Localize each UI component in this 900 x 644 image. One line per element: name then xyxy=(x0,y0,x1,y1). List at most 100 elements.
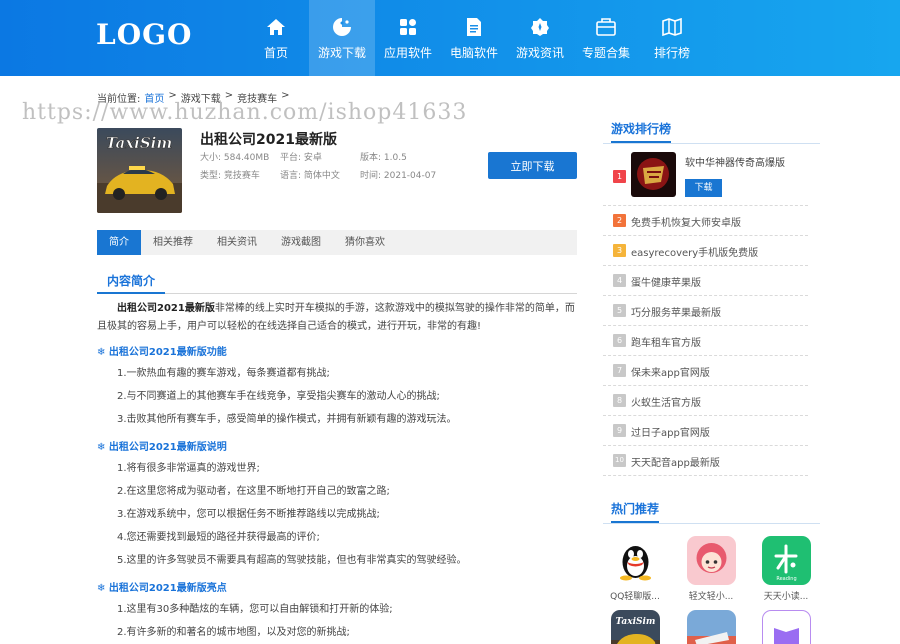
book-app-icon xyxy=(761,610,811,644)
badge-icon xyxy=(529,16,551,38)
hot-card[interactable]: Reading 天天小读... xyxy=(758,536,814,602)
nav-topics[interactable]: 专题合集 xyxy=(573,0,639,76)
game-date: 时间: 2021-04-07 xyxy=(360,171,437,181)
home-icon xyxy=(265,16,287,38)
rank-number: 3 xyxy=(613,244,626,257)
tab-screenshots[interactable]: 游戏截图 xyxy=(269,230,333,255)
list-item: 1.这里有30多种酷炫的车辆，您可以自由解锁和打开新的体验; xyxy=(117,604,393,615)
nav-label: 排行榜 xyxy=(653,46,690,60)
hot-title: 热门推荐 xyxy=(611,500,660,523)
rank-number: 1 xyxy=(613,170,626,183)
map-icon xyxy=(661,16,683,38)
intro-paragraph: 出租公司2021最新版非常棒的线上实时开车模拟的手游，这款游戏中的模拟驾驶的操作… xyxy=(97,300,577,336)
hot-card[interactable]: QQ轻聊版... xyxy=(607,536,663,602)
hot-name: 天天小读... xyxy=(763,592,809,602)
game-icon xyxy=(631,152,676,197)
ranking-item[interactable]: 2 免费手机恢复大师安卓版 xyxy=(603,206,808,236)
ranking-label: easyrecovery手机版免费版 xyxy=(631,248,759,259)
rank-number: 5 xyxy=(613,304,626,317)
reading-app-icon: Reading xyxy=(761,536,811,585)
game-platform: 平台: 安卓 xyxy=(280,153,322,163)
ranking-top-label: 软中华神器传奇高爆版 xyxy=(685,158,785,169)
game-version: 版本: 1.0.5 xyxy=(360,153,407,163)
game-thumbnail: TaxiSim xyxy=(97,128,182,213)
site-logo[interactable]: LOGO xyxy=(96,18,192,51)
ranking-item[interactable]: 10 天天配音app最新版 xyxy=(603,446,808,476)
ranking-item[interactable]: 7 保未来app官网版 xyxy=(603,356,808,386)
content-body: 出租公司2021最新版非常棒的线上实时开车模拟的手游，这款游戏中的模拟驾驶的操作… xyxy=(97,300,577,644)
ranking-label: 跑车租车官方版 xyxy=(631,338,701,349)
hot-name: QQ轻聊版... xyxy=(610,592,660,602)
rank-number: 7 xyxy=(613,364,626,377)
section-title: 内容简介 xyxy=(97,272,166,294)
nav-apps[interactable]: 应用软件 xyxy=(375,0,441,76)
nav-game-news[interactable]: 游戏资讯 xyxy=(507,0,573,76)
nav-ranking[interactable]: 排行榜 xyxy=(639,0,705,76)
racing-game-icon xyxy=(686,610,736,644)
nav-label: 游戏下载 xyxy=(317,46,366,60)
nav-home[interactable]: 首页 xyxy=(243,0,309,76)
ranking-item[interactable]: 6 跑车租车官方版 xyxy=(603,326,808,356)
rank-number: 2 xyxy=(613,214,626,227)
tab-news[interactable]: 相关资讯 xyxy=(205,230,269,255)
list-item: 3.在游戏系统中，您可以根据任务不断推荐路线以完成挑战; xyxy=(117,509,380,520)
ranking-label: 免费手机恢复大师安卓版 xyxy=(631,218,741,229)
hot-recommend-panel: 热门推荐 QQ轻聊版... 轻文轻小... Reading 天天小读... Ta… xyxy=(603,500,820,644)
pacman-icon xyxy=(331,16,353,38)
tab-recommend[interactable]: 猜你喜欢 xyxy=(333,230,397,255)
rank-number: 6 xyxy=(613,334,626,347)
list-item: 5.这里的许多驾驶员不需要具有超高的驾驶技能，但也有非常真实的驾驶经验。 xyxy=(117,555,467,566)
qq-app-icon xyxy=(610,536,660,585)
ranking-header: 游戏排行榜 xyxy=(603,120,820,144)
svg-text:Reading: Reading xyxy=(776,576,796,582)
ranking-item[interactable]: 4 蛋牛健康苹果版 xyxy=(603,266,808,296)
ranking-item[interactable]: 9 过日子app官网版 xyxy=(603,416,808,446)
hot-card[interactable] xyxy=(683,610,739,644)
ranking-item[interactable]: 3 easyrecovery手机版免费版 xyxy=(603,236,808,266)
ranking-label: 天天配音app最新版 xyxy=(631,458,720,469)
list-item: 2.与不同赛道上的其他赛车手在线竞争，享受指尖赛车的激动人心的挑战; xyxy=(117,391,440,402)
nav-label: 游戏资讯 xyxy=(515,46,564,60)
list-item: 3.击败其他所有赛车手，感受简单的操作模式，并拥有新颖有趣的游戏玩法。 xyxy=(117,414,457,425)
ranking-item[interactable]: 8 火蚁生活官方版 xyxy=(603,386,808,416)
list-item: 1.一款热血有趣的赛车游戏，每条赛道都有挑战; xyxy=(117,368,330,379)
section-header: 内容简介 xyxy=(97,272,577,294)
svg-text:TaxiSim: TaxiSim xyxy=(106,134,173,152)
game-language: 语言: 简体中文 xyxy=(280,171,340,181)
hot-header: 热门推荐 xyxy=(603,500,820,524)
ranking-label: 巧分服务苹果最新版 xyxy=(631,308,721,319)
tab-intro[interactable]: 简介 xyxy=(97,230,141,255)
rank-number: 8 xyxy=(613,394,626,407)
tab-related[interactable]: 相关推荐 xyxy=(141,230,205,255)
game-type: 类型: 竞技赛车 xyxy=(200,171,260,181)
document-icon xyxy=(463,16,485,38)
rank-number: 4 xyxy=(613,274,626,287)
hot-card[interactable] xyxy=(758,610,814,644)
game-ranking-panel: 游戏排行榜 1 软中华神器传奇高爆版 下载 2 免费手机恢复大师安卓版 3 ea… xyxy=(603,120,820,480)
hot-card[interactable]: 轻文轻小... xyxy=(683,536,739,602)
download-button[interactable]: 立即下载 xyxy=(488,152,577,179)
intro-bold: 出租公司2021最新版 xyxy=(117,303,215,314)
list-item: 4.您还需要找到最短的路径并获得最高的评价; xyxy=(117,532,320,543)
ranking-top-item[interactable]: 1 软中华神器传奇高爆版 下载 xyxy=(603,150,820,198)
ranking-label: 火蚁生活官方版 xyxy=(631,398,701,409)
ranking-label: 过日子app官网版 xyxy=(631,428,710,439)
ranking-label: 蛋牛健康苹果版 xyxy=(631,278,701,289)
ranking-label: 保未来app官网版 xyxy=(631,368,710,379)
detail-tabs: 简介 相关推荐 相关资讯 游戏截图 猜你喜欢 xyxy=(97,230,577,255)
nav-label: 专题合集 xyxy=(581,46,630,60)
ranking-item[interactable]: 5 巧分服务苹果最新版 xyxy=(603,296,808,326)
ranking-download-button[interactable]: 下载 xyxy=(685,179,722,197)
rank-number: 9 xyxy=(613,424,626,437)
novel-app-icon xyxy=(686,536,736,585)
nav-pc-software[interactable]: 电脑软件 xyxy=(441,0,507,76)
nav-label: 首页 xyxy=(263,46,288,60)
svg-text:TaxiSim: TaxiSim xyxy=(615,617,655,627)
ranking-title: 游戏排行榜 xyxy=(611,120,672,143)
list-item: 2.在这里您将成为驱动者，在这里不断地打开自己的致富之路; xyxy=(117,486,390,497)
nav-game-download[interactable]: 游戏下载 xyxy=(309,0,375,76)
game-size: 大小: 584.40MB xyxy=(200,153,270,163)
game-title: 出租公司2021最新版 xyxy=(200,132,337,148)
hot-card[interactable]: TaxiSim xyxy=(607,610,663,644)
rank-number: 10 xyxy=(613,454,626,467)
